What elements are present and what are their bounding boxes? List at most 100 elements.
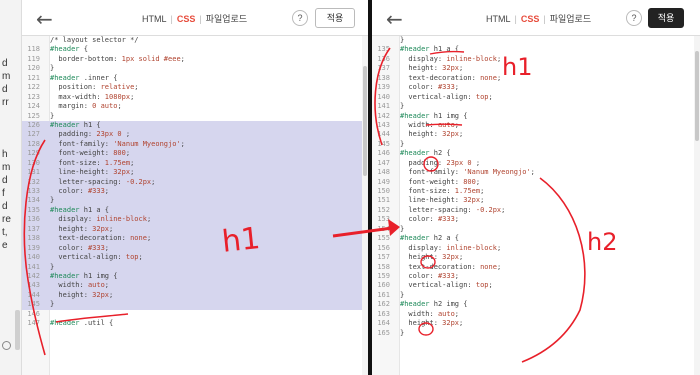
code-line[interactable]: 140 vertical-align: top; [372,93,694,102]
code-line[interactable]: 146 #header h2 { [372,149,694,158]
code-line[interactable]: 131 line-height: 32px; [22,168,362,178]
code-line[interactable]: 118 #header { [22,45,362,54]
code-text: } [44,112,54,121]
code-line[interactable]: 121 #header .inner { [22,74,362,83]
code-line[interactable]: 123 max-width: 1080px; [22,93,362,102]
scrollbar-thumb[interactable] [695,51,699,141]
code-token: 1080px [104,92,131,101]
code-line[interactable]: 143 width: auto; [372,121,694,130]
code-line[interactable]: 133 color: #333; [22,187,362,197]
code-line[interactable]: 164 height: 32px; [372,319,694,328]
sidebar-scrollbar[interactable] [15,310,20,350]
code-line[interactable]: 119 border-bottom: 1px solid #eee; [22,55,362,64]
code-line[interactable]: 122 position: relative; [22,83,362,92]
code-line[interactable]: 136 display: inline-block; [372,55,694,64]
code-line[interactable]: 152 letter-spacing: -0.2px; [372,206,694,215]
code-token: 32px [113,168,131,177]
code-text: #header .inner { [44,74,117,83]
code-line[interactable]: 139 color: #333; [372,83,694,92]
code-line[interactable]: 155 #header h2 a { [372,234,694,243]
code-line[interactable]: 143 width: auto; [22,281,362,291]
code-line[interactable]: 142 #header h1 img { [22,271,362,282]
code-line[interactable]: 147 #header .util { [22,319,362,328]
code-line[interactable]: 146 [22,310,362,319]
back-arrow-icon[interactable]: ← [386,7,403,31]
tab-html[interactable]: HTML [142,14,167,24]
line-number: 143 [27,281,40,290]
code-line[interactable]: 126 #header h1 { [22,120,362,131]
code-line[interactable]: 120} [22,64,362,73]
tab-html[interactable]: HTML [486,14,511,24]
code-line[interactable]: 162 #header h2 img { [372,300,694,309]
code-line[interactable]: 142 #header h1 img { [372,112,694,121]
code-line[interactable]: /* layout selector */ [22,36,362,45]
code-line[interactable]: 144 height: 32px; [22,290,362,301]
code-line[interactable]: 161} [372,291,694,300]
code-line[interactable]: 156 display: inline-block; [372,244,694,253]
code-line[interactable]: 163 width: auto; [372,310,694,319]
back-arrow-icon[interactable]: ← [36,7,53,31]
editor-scrollbar[interactable] [694,36,700,375]
code-text: font-weight: 800; [394,178,480,187]
code-line[interactable]: 148 font-family: 'Nanum Myeongjo'; [372,168,694,177]
code-token: height: [50,224,93,233]
code-line[interactable]: 134} [22,196,362,206]
code-text: #header h1 img { [44,272,117,281]
sidebar-radio-icon[interactable] [2,341,11,350]
code-line[interactable]: 130 font-size: 1.75em; [22,158,362,169]
code-line[interactable]: 147 padding: 23px 0 ; [372,159,694,168]
apply-button[interactable]: 적용 [648,8,684,28]
code-line[interactable]: 159 color: #333; [372,272,694,281]
code-line[interactable]: 124 margin: 0 auto; [22,102,362,111]
code-line[interactable]: 129 font-weight: 800; [22,149,362,159]
code-line[interactable]: 151 line-height: 32px; [372,196,694,205]
code-token: ; [180,139,185,148]
code-line[interactable]: 125} [22,112,362,121]
tab-css[interactable]: CSS [177,14,196,24]
scrollbar-thumb[interactable] [363,66,367,176]
code-token: auto [87,281,105,290]
code-line[interactable]: 128 font-family: 'Nanum Myeongjo'; [22,139,362,150]
css-code-editor[interactable]: /* layout selector */118 #header {119 bor… [22,36,362,375]
help-icon[interactable]: ? [292,10,308,26]
code-line[interactable]: 145} [22,300,362,310]
code-line[interactable]: 132 letter-spacing: -0.2px; [22,177,362,187]
code-line[interactable]: 139 color: #333; [22,243,362,254]
line-number: 133 [27,187,40,195]
code-line[interactable]: 144 height: 32px; [372,130,694,139]
line-number: 152 [377,205,390,214]
tab-file-upload[interactable]: 파일업로드 [206,14,247,24]
code-token: h1 img { [79,271,118,280]
code-line[interactable]: 138 text-decoration: none; [22,234,362,244]
code-line[interactable]: 137 height: 32px; [372,64,694,73]
code-line[interactable]: 135 #header h1 a { [22,205,362,216]
code-line[interactable]: 127 padding: 23px 0 ; [22,130,362,140]
code-line[interactable]: 145} [372,140,694,149]
code-line[interactable]: 140 vertical-align: top; [22,253,362,263]
code-line[interactable]: 158 text-decoration: none; [372,263,694,272]
apply-button[interactable]: 적용 [315,8,355,28]
code-token: } [50,111,55,120]
code-line[interactable]: 157 height: 32px; [372,253,694,262]
code-line[interactable]: 141} [372,102,694,111]
code-token: max-width: [50,92,105,101]
code-line[interactable]: 138 text-decoration: none; [372,74,694,83]
code-line[interactable]: 149 font-weight: 800; [372,178,694,187]
code-line[interactable]: 160 vertical-align: top; [372,281,694,290]
tab-file-upload[interactable]: 파일업로드 [550,14,591,24]
code-line[interactable]: 137 height: 32px; [22,224,362,235]
code-line[interactable]: } [372,36,694,45]
code-token: #header [400,111,430,120]
code-line[interactable]: 136 display: inline-block; [22,215,362,225]
code-line[interactable]: 135 #header h1 a { [372,45,694,54]
code-line[interactable]: 153 color: #333; [372,215,694,224]
code-token: h1 a { [79,205,110,214]
css-code-editor[interactable]: } 135 #header h1 a {136 display: inline-bl… [372,36,694,375]
code-line[interactable]: 154} [372,225,694,234]
tab-css[interactable]: CSS [521,14,540,24]
code-line[interactable]: 165} [372,329,694,338]
code-line[interactable]: 141} [22,262,362,272]
help-icon[interactable]: ? [626,10,642,26]
code-line[interactable]: 150 font-size: 1.75em; [372,187,694,196]
line-number: 161 [377,290,390,299]
